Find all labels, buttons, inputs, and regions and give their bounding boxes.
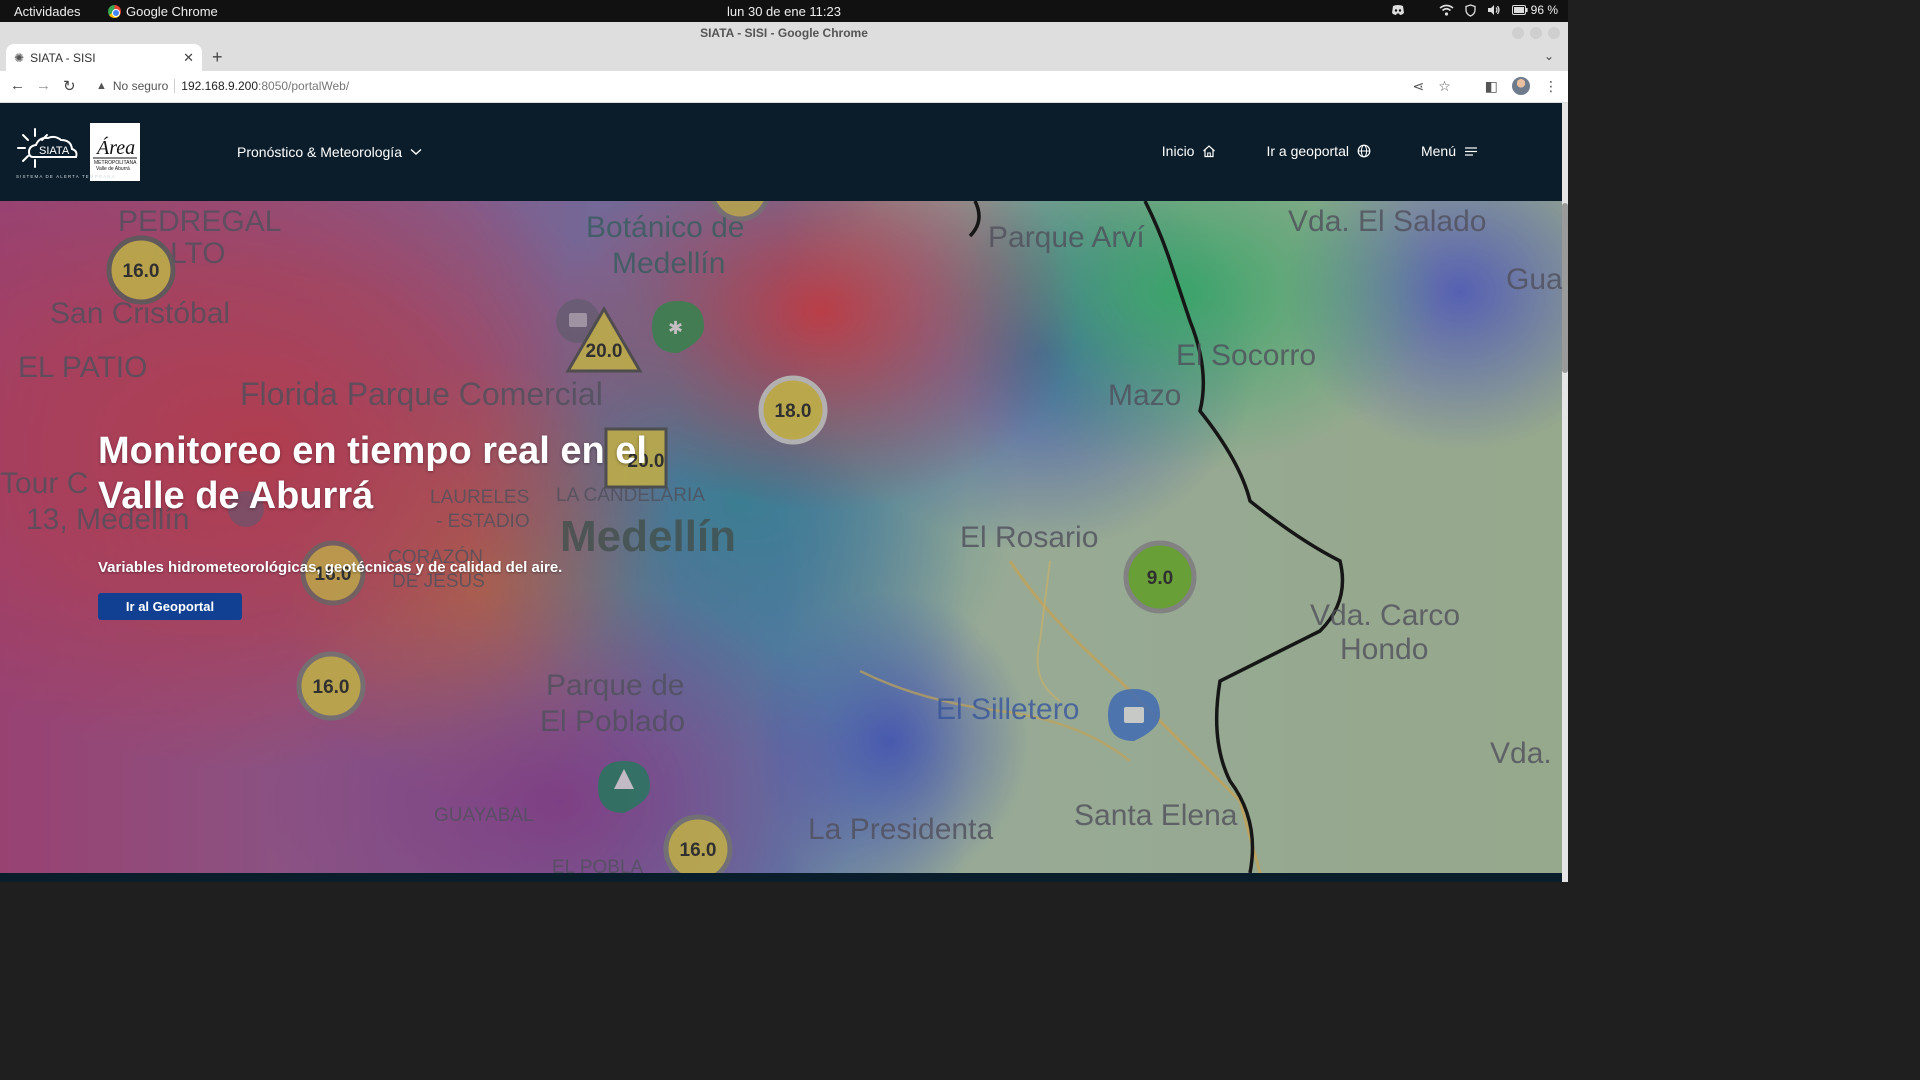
close-window-button[interactable] xyxy=(1548,27,1560,39)
share-icon[interactable]: ⋖ xyxy=(1412,78,1424,95)
logo-tagline: SISTEMA DE ALERTA TEMPRANA xyxy=(16,174,116,179)
window-title: SIATA - SISI - Google Chrome xyxy=(700,26,868,40)
tab-title: SIATA - SISI xyxy=(30,50,96,65)
warning-triangle-icon[interactable]: ▲ xyxy=(96,80,107,92)
browser-tab[interactable]: ✺ SIATA - SISI ✕ xyxy=(6,44,202,71)
nav-home-link[interactable]: Inicio xyxy=(1162,143,1217,159)
nav-forecast-label: Pronóstico & Meteorología xyxy=(237,144,402,160)
nav-menu-label: Menú xyxy=(1420,143,1456,159)
hero-subtitle: Variables hidrometeorológicas, geotécnic… xyxy=(98,559,563,576)
hamburger-menu-icon xyxy=(1465,147,1477,156)
amva-logo[interactable]: Área METROPOLITANA Valle de Aburrá xyxy=(90,123,140,181)
hero-darken-overlay xyxy=(0,201,1562,873)
toolbar-actions: ⋖ ☆ ◧ ⋮ xyxy=(1412,77,1558,95)
new-tab-button[interactable]: + xyxy=(212,47,223,68)
url-path: :8050/portalWeb/ xyxy=(258,79,350,93)
battery-icon xyxy=(1511,5,1528,15)
reload-icon[interactable]: ↻ xyxy=(63,77,76,95)
siata-logo[interactable]: SIATA xyxy=(15,123,87,179)
web-page: SIATA Área METROPOLITANA Valle de Aburrá… xyxy=(0,103,1568,882)
battery-indicator: 96 % xyxy=(1511,3,1558,17)
page-scrollbar[interactable] xyxy=(1562,103,1568,882)
go-to-geoportal-button[interactable]: Ir al Geoportal xyxy=(98,593,242,620)
siata-favicon-icon: ✺ xyxy=(14,50,25,65)
siata-logo-text: SIATA xyxy=(39,145,70,157)
window-controls xyxy=(1512,27,1560,39)
security-status[interactable]: No seguro xyxy=(113,79,168,93)
url-host: 192.168.9.200 xyxy=(181,79,259,93)
address-bar[interactable]: ▲ No seguro 192.168.9.200:8050/portalWeb… xyxy=(96,79,349,93)
tab-search-chevron-icon[interactable]: ⌄ xyxy=(1544,49,1554,63)
active-app-name: Google Chrome xyxy=(126,4,218,19)
nav-forecast-dropdown[interactable]: Pronóstico & Meteorología xyxy=(237,144,422,160)
active-app-indicator[interactable]: Google Chrome xyxy=(108,4,218,19)
site-navbar: SIATA Área METROPOLITANA Valle de Aburrá… xyxy=(0,103,1562,201)
back-arrow-icon[interactable]: ← xyxy=(10,77,25,94)
home-icon xyxy=(1203,145,1216,158)
volume-icon xyxy=(1487,5,1500,15)
system-tray[interactable]: 96 % xyxy=(1391,3,1558,17)
system-top-bar: Actividades Google Chrome lun 30 de ene … xyxy=(0,0,1568,22)
nav-geoportal-label: Ir a geoportal xyxy=(1266,143,1349,159)
browser-title-bar: SIATA - SISI - Google Chrome xyxy=(0,22,1568,44)
scrollbar-thumb[interactable] xyxy=(1562,203,1568,373)
bookmark-star-icon[interactable]: ☆ xyxy=(1438,78,1451,95)
system-clock[interactable]: lun 30 de ene 11:23 xyxy=(0,4,1568,19)
chevron-down-icon xyxy=(410,148,422,155)
tab-strip: ✺ SIATA - SISI ✕ + ⌄ xyxy=(0,44,1568,71)
side-panel-icon[interactable]: ◧ xyxy=(1485,78,1498,95)
hero-section: PEDREGAL ALTO San Cristóbal EL PATIO Bot… xyxy=(0,201,1562,873)
discord-icon xyxy=(1391,5,1404,15)
nav-home-label: Inicio xyxy=(1161,143,1195,159)
globe-icon xyxy=(1357,144,1371,158)
address-separator xyxy=(174,79,176,93)
activities-button[interactable]: Actividades xyxy=(14,4,80,19)
nav-right-links: Inicio Ir a geoportal Menú xyxy=(1162,143,1478,159)
kebab-menu-icon[interactable]: ⋮ xyxy=(1544,78,1558,95)
battery-percent: 96 % xyxy=(1530,3,1558,17)
wifi-icon xyxy=(1439,4,1454,16)
nav-menu-button[interactable]: Menú xyxy=(1421,143,1478,159)
shield-icon xyxy=(1464,3,1476,17)
minimize-button[interactable] xyxy=(1512,27,1524,39)
maximize-button[interactable] xyxy=(1530,27,1542,39)
tab-close-icon[interactable]: ✕ xyxy=(183,50,194,66)
amva-logo-script: Área xyxy=(95,136,135,159)
chrome-icon xyxy=(108,5,121,18)
nav-geoportal-link[interactable]: Ir a geoportal xyxy=(1266,143,1371,159)
profile-avatar[interactable] xyxy=(1512,77,1530,95)
hero-title: Monitoreo en tiempo real en el Valle de … xyxy=(98,430,647,517)
browser-toolbar: ← → ↻ ▲ No seguro 192.168.9.200:8050/por… xyxy=(0,71,1568,103)
amva-logo-line2: Valle de Aburrá xyxy=(96,166,130,172)
forward-arrow-icon[interactable]: → xyxy=(36,77,51,94)
